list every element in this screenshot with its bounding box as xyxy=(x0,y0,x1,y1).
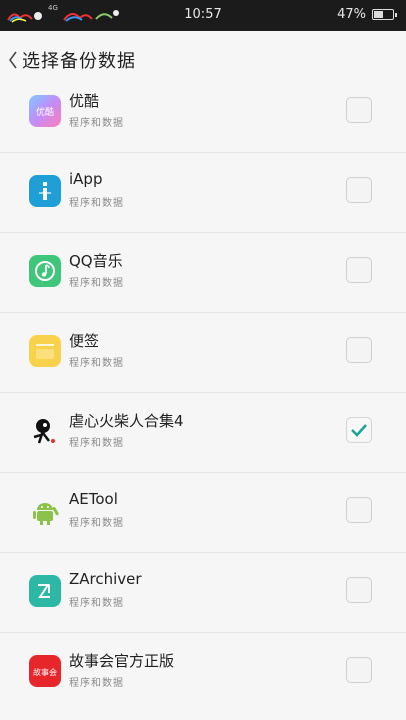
backup-checkbox[interactable] xyxy=(346,657,372,683)
list-item[interactable]: 虐心火柴人合集4 程序和数据 xyxy=(0,393,406,473)
app-subtitle: 程序和数据 xyxy=(69,598,124,609)
app-name: iApp xyxy=(69,170,103,188)
qq-music-icon xyxy=(29,255,61,287)
status-bar: 4G 10:57 47% xyxy=(0,0,406,31)
zarchiver-icon xyxy=(29,575,61,607)
stickman-icon xyxy=(29,415,61,447)
app-name: QQ音乐 xyxy=(69,252,123,270)
list-item[interactable]: 优酷 优酷 程序和数据 xyxy=(0,73,406,153)
app-name: 优酷 xyxy=(69,92,100,110)
app-list: 优酷 优酷 程序和数据 iApp 程序和数据 QQ音乐 程序和数据 便签 程序和… xyxy=(0,73,406,713)
check-icon xyxy=(351,424,367,437)
list-item[interactable]: QQ音乐 程序和数据 xyxy=(0,233,406,313)
backup-checkbox[interactable] xyxy=(346,337,372,363)
backup-checkbox[interactable] xyxy=(346,497,372,523)
svg-text:故事会: 故事会 xyxy=(33,667,57,677)
android-icon xyxy=(29,495,61,527)
svg-text:优酷: 优酷 xyxy=(36,106,54,118)
battery-percent: 47% xyxy=(337,7,366,22)
app-subtitle: 程序和数据 xyxy=(69,278,124,289)
backup-checkbox[interactable] xyxy=(346,97,372,123)
youku-icon: 优酷 xyxy=(29,95,61,127)
backup-checkbox[interactable] xyxy=(346,177,372,203)
battery-icon xyxy=(372,9,397,20)
app-name: 虐心火柴人合集4 xyxy=(69,412,184,430)
app-name: 故事会官方正版 xyxy=(69,652,175,670)
list-item[interactable]: ZArchiver 程序和数据 xyxy=(0,553,406,633)
page-title: 选择备份数据 xyxy=(22,51,136,72)
gushihui-icon: 故事会 xyxy=(29,655,61,687)
app-subtitle: 程序和数据 xyxy=(69,198,124,209)
backup-checkbox[interactable] xyxy=(346,257,372,283)
app-subtitle: 程序和数据 xyxy=(69,118,124,129)
iapp-icon xyxy=(29,175,61,207)
app-subtitle: 程序和数据 xyxy=(69,438,124,449)
list-item[interactable]: iApp 程序和数据 xyxy=(0,153,406,233)
app-name: AETool xyxy=(69,490,118,508)
list-item[interactable]: 便签 程序和数据 xyxy=(0,313,406,393)
app-name: 便签 xyxy=(69,332,100,350)
app-subtitle: 程序和数据 xyxy=(69,678,124,689)
app-subtitle: 程序和数据 xyxy=(69,518,124,529)
back-chevron-icon[interactable] xyxy=(4,48,22,72)
list-item[interactable]: AETool 程序和数据 xyxy=(0,473,406,553)
app-subtitle: 程序和数据 xyxy=(69,358,124,369)
list-item[interactable]: 故事会 故事会官方正版 程序和数据 xyxy=(0,633,406,713)
notes-icon xyxy=(29,335,61,367)
app-name: ZArchiver xyxy=(69,570,142,588)
backup-checkbox[interactable] xyxy=(346,577,372,603)
backup-checkbox-checked[interactable] xyxy=(346,417,372,443)
